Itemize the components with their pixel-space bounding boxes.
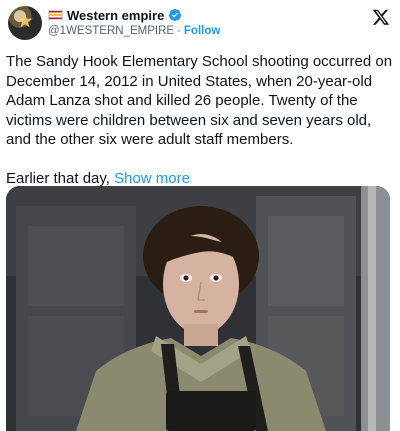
tweet-text: The Sandy Hook Elementary School shootin…: [6, 52, 396, 188]
follow-button[interactable]: Follow: [184, 25, 220, 37]
tweet-paragraph-1: The Sandy Hook Elementary School shootin…: [6, 53, 393, 148]
author-name-row: Western empire: [48, 7, 182, 23]
author-display-name[interactable]: Western empire: [67, 8, 164, 23]
photo-illustration: [6, 186, 390, 431]
tweet-media-photo[interactable]: [6, 186, 390, 431]
tweet-header: Western empire @1WESTERN_EMPIRE · Follow: [6, 6, 394, 42]
avatar-emblem-icon: [17, 13, 33, 28]
avatar[interactable]: [8, 6, 42, 40]
x-logo-icon[interactable]: [372, 8, 390, 26]
handle-separator: ·: [177, 25, 181, 37]
tweet-paragraph-2-text: Earlier that day,: [6, 169, 115, 187]
verified-badge-icon: [169, 8, 182, 22]
author-handle-row: @1WESTERN_EMPIRE · Follow: [48, 25, 220, 37]
author-handle[interactable]: @1WESTERN_EMPIRE: [48, 25, 174, 37]
flag-icon: [48, 10, 63, 20]
show-more-link[interactable]: Show more: [114, 170, 190, 187]
